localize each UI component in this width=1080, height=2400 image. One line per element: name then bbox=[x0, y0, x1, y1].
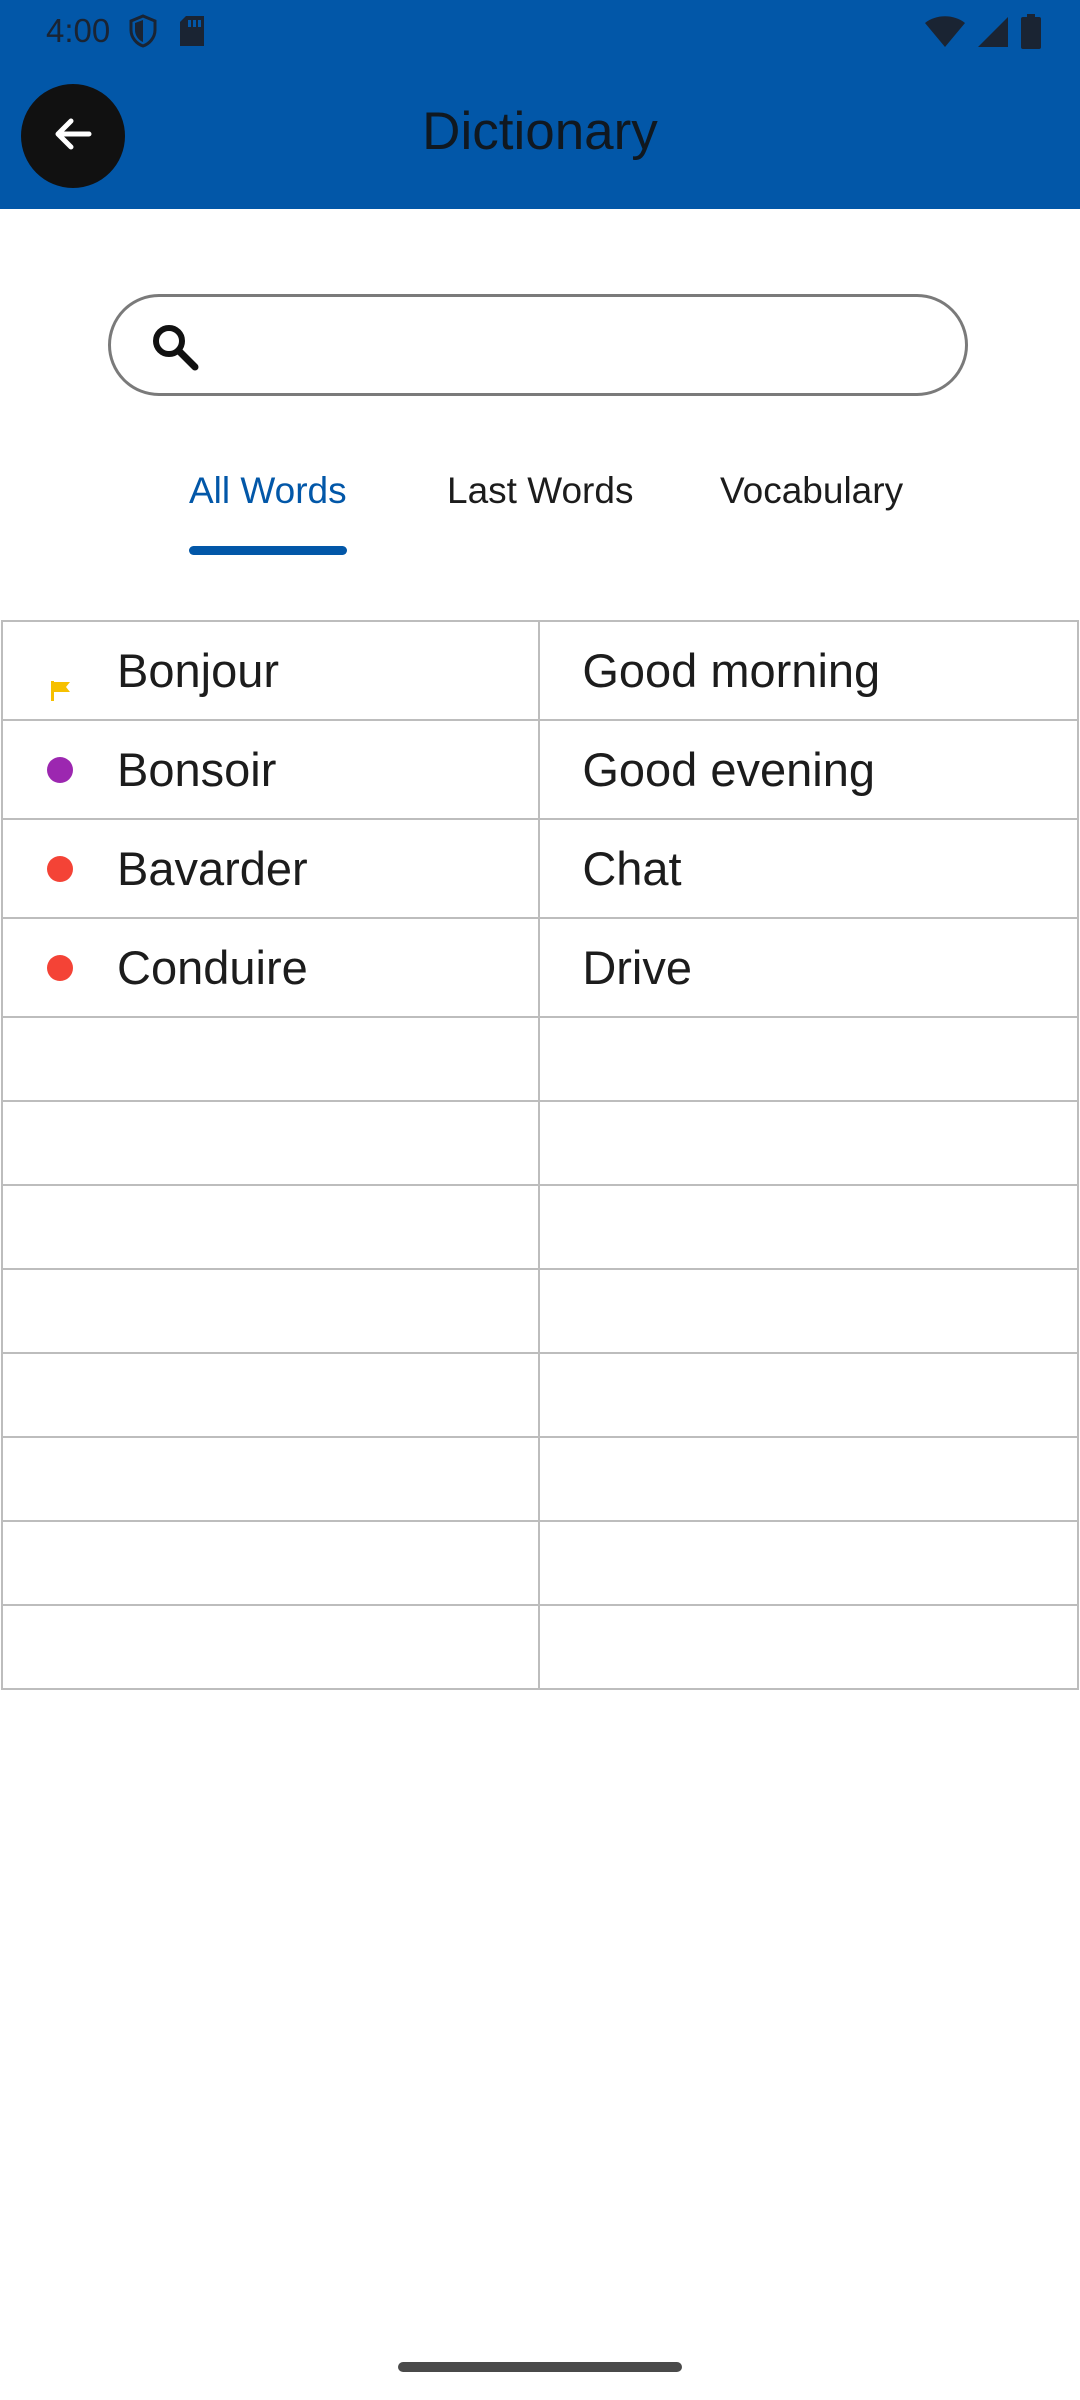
empty-cell bbox=[538, 1604, 1079, 1690]
table-row[interactable]: Conduire Drive bbox=[0, 917, 1079, 1018]
meaning-cell: Chat bbox=[538, 818, 1079, 919]
empty-cell bbox=[0, 1604, 541, 1690]
gesture-nav-handle[interactable] bbox=[398, 2362, 682, 2372]
tab-vocabulary[interactable]: Vocabulary bbox=[720, 470, 903, 512]
tab-last-words[interactable]: Last Words bbox=[447, 470, 633, 512]
status-dot-icon bbox=[47, 756, 73, 783]
empty-cell bbox=[538, 1100, 1079, 1186]
word-cell: Bonjour bbox=[0, 620, 541, 721]
empty-cell bbox=[538, 1352, 1079, 1438]
flag-icon bbox=[49, 659, 73, 701]
table-row[interactable]: Bonsoir Good evening bbox=[0, 719, 1079, 820]
tab-bar: All Words Last Words Vocabulary bbox=[0, 450, 1080, 560]
word-text: Bavarder bbox=[117, 842, 308, 895]
empty-cell bbox=[538, 1184, 1079, 1270]
meaning-text: Chat bbox=[582, 842, 682, 895]
empty-cell bbox=[0, 1352, 541, 1438]
word-text: Bonsoir bbox=[117, 743, 277, 796]
empty-cell bbox=[538, 1016, 1079, 1102]
status-bar: 4:00 bbox=[0, 0, 1080, 63]
search-input[interactable] bbox=[221, 315, 925, 377]
word-cell: Conduire bbox=[0, 917, 541, 1018]
empty-cell bbox=[0, 1436, 541, 1522]
sd-card-icon bbox=[178, 14, 206, 53]
empty-cell bbox=[0, 1100, 541, 1186]
status-dot-icon bbox=[47, 954, 73, 981]
table-row[interactable]: Bonjour Good morning bbox=[0, 620, 1079, 721]
empty-cell bbox=[0, 1016, 541, 1102]
meaning-cell: Good morning bbox=[538, 620, 1079, 721]
empty-cell bbox=[538, 1520, 1079, 1606]
empty-row bbox=[0, 1268, 1079, 1354]
empty-row bbox=[0, 1436, 1079, 1522]
search-bar[interactable] bbox=[108, 294, 968, 396]
app-bar: Dictionary bbox=[0, 63, 1080, 209]
signal-icon bbox=[976, 15, 1010, 54]
table-row[interactable]: Bavarder Chat bbox=[0, 818, 1079, 919]
empty-row bbox=[0, 1016, 1079, 1102]
meaning-cell: Drive bbox=[538, 917, 1079, 1018]
empty-row bbox=[0, 1520, 1079, 1606]
word-text: Bonjour bbox=[117, 644, 279, 697]
empty-row bbox=[0, 1100, 1079, 1186]
tab-all-words[interactable]: All Words bbox=[189, 470, 347, 512]
shield-icon bbox=[128, 14, 158, 53]
meaning-cell: Good evening bbox=[538, 719, 1079, 820]
empty-cell bbox=[538, 1268, 1079, 1354]
empty-row bbox=[0, 1184, 1079, 1270]
status-dot-icon bbox=[47, 855, 73, 882]
meaning-text: Good evening bbox=[582, 743, 875, 796]
page-title: Dictionary bbox=[422, 102, 658, 161]
tab-indicator bbox=[189, 546, 347, 555]
search-icon bbox=[149, 321, 201, 373]
battery-icon bbox=[1020, 14, 1042, 55]
meaning-text: Drive bbox=[582, 941, 693, 994]
empty-cell bbox=[0, 1184, 541, 1270]
status-time: 4:00 bbox=[46, 12, 111, 49]
meaning-text: Good morning bbox=[582, 644, 881, 697]
word-table: Bonjour Good morning Bonsoir Good evenin… bbox=[0, 620, 1079, 1690]
word-cell: Bonsoir bbox=[0, 719, 541, 820]
empty-row bbox=[0, 1352, 1079, 1438]
empty-row bbox=[0, 1604, 1079, 1690]
word-text: Conduire bbox=[117, 941, 308, 994]
empty-cell bbox=[0, 1268, 541, 1354]
word-cell: Bavarder bbox=[0, 818, 541, 919]
empty-cell bbox=[538, 1436, 1079, 1522]
wifi-icon bbox=[924, 15, 966, 54]
empty-cell bbox=[0, 1520, 541, 1606]
